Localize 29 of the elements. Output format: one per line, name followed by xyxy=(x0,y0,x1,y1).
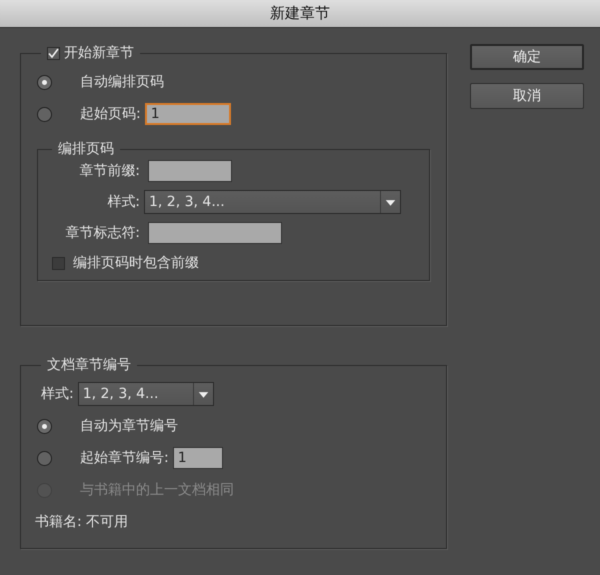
radio-label: 起始章节编号: xyxy=(80,449,169,467)
window-title: 新建章节 xyxy=(270,4,330,23)
prefix-field[interactable] xyxy=(148,160,232,182)
checkbox[interactable] xyxy=(52,256,65,270)
radio-button[interactable] xyxy=(37,74,52,90)
dialog-button[interactable]: 确定 xyxy=(470,44,584,70)
style-dropdown[interactable]: 1, 2, 3, 4... xyxy=(78,382,214,406)
number-field[interactable]: 1 xyxy=(172,447,223,469)
dialog-button[interactable]: 取消 xyxy=(470,83,584,109)
marker-field[interactable] xyxy=(148,222,282,244)
radio-button[interactable] xyxy=(37,418,52,434)
field-label: 章节前缀: xyxy=(78,162,141,180)
radio-button[interactable] xyxy=(37,106,52,122)
checkbox[interactable] xyxy=(47,46,60,60)
radio-button[interactable] xyxy=(37,450,52,466)
checkbox-label: 编排页码时包含前缀 xyxy=(73,254,199,272)
radio-label: 自动为章节编号 xyxy=(80,417,178,435)
field-label: 样式: xyxy=(41,385,74,403)
group-title: 文档章节编号 xyxy=(47,356,131,374)
radio-label: 与书籍中的上一文档相同 xyxy=(80,481,234,499)
field-label: 章节标志符: xyxy=(64,224,141,242)
book-name-label: 书籍名: 不可用 xyxy=(35,513,128,531)
group-title: 编排页码 xyxy=(58,140,114,158)
field-label: 样式: xyxy=(106,193,141,211)
style-dropdown[interactable]: 1, 2, 3, 4... xyxy=(144,190,401,214)
checkbox-label: 开始新章节 xyxy=(64,44,134,62)
radio-label: 起始页码: xyxy=(80,105,141,123)
radio-label: 自动编排页码 xyxy=(80,73,164,91)
number-field[interactable]: 1 xyxy=(144,103,231,125)
